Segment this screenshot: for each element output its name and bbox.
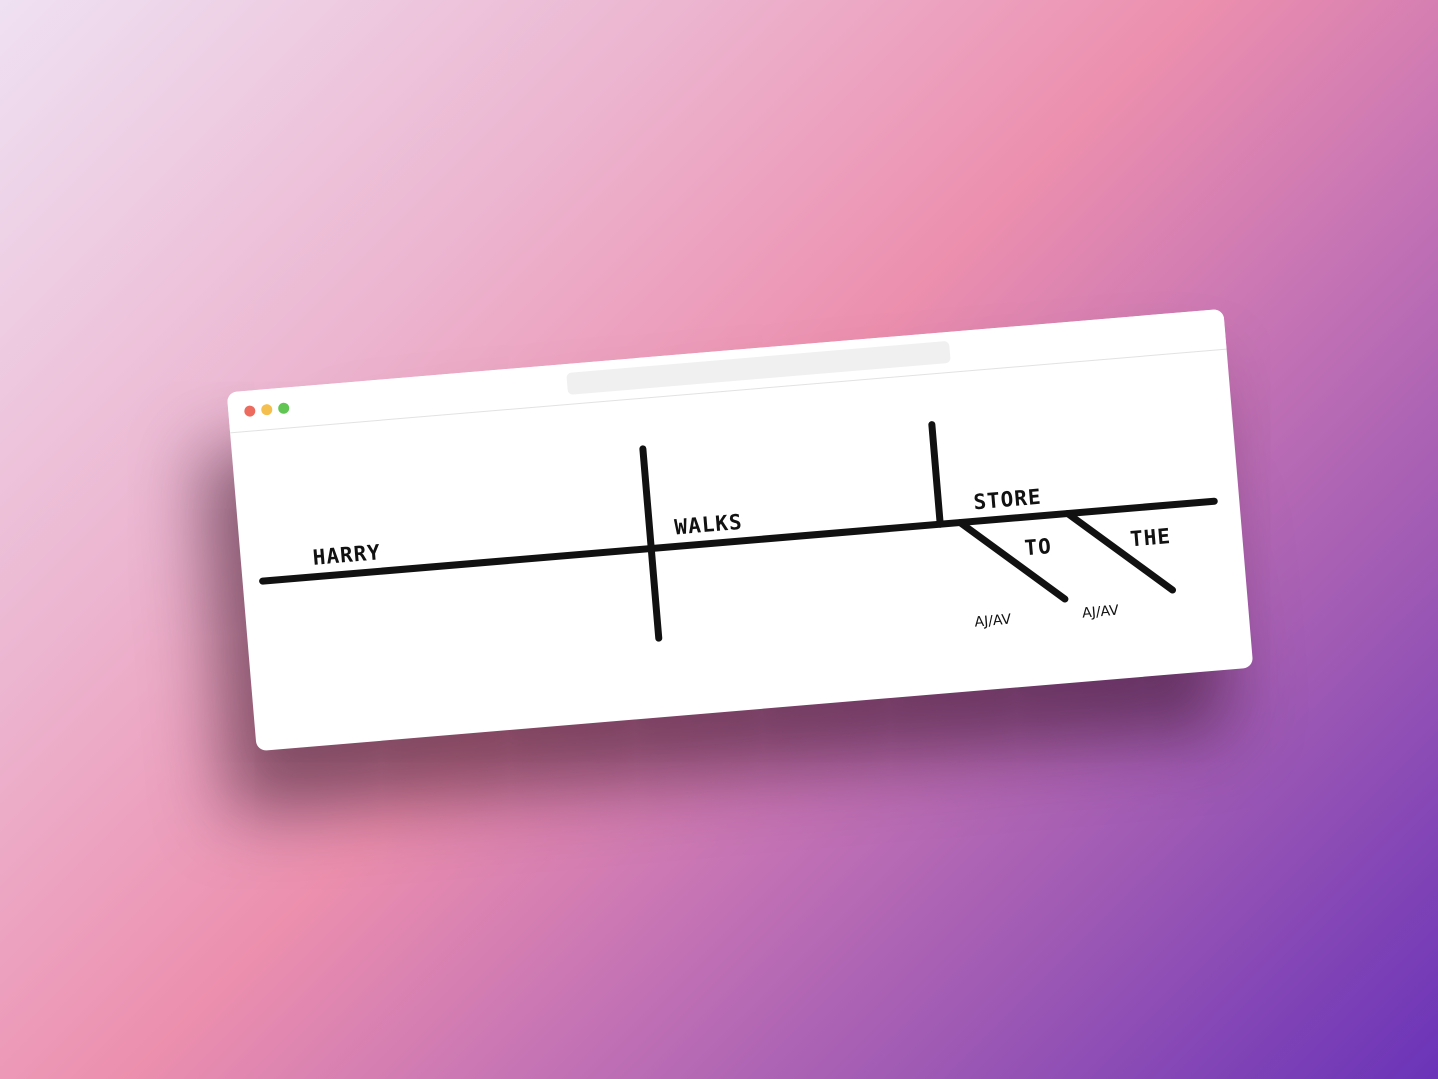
- modifier-word-the: THE: [1129, 524, 1172, 551]
- minimize-window-button[interactable]: [260, 403, 273, 416]
- subject-verb-divider: [639, 445, 663, 642]
- modifier-line-to: [956, 519, 1069, 603]
- close-window-button[interactable]: [243, 405, 256, 418]
- browser-window: HARRY WALKS STORE TO THE AJ/AV AJ/AV: [226, 308, 1254, 752]
- verb-word: WALKS: [674, 510, 744, 540]
- object-word: STORE: [973, 485, 1043, 515]
- modifier-word-to: TO: [1024, 534, 1053, 560]
- subject-word: HARRY: [312, 540, 382, 570]
- modifier-line-the: [1064, 510, 1177, 594]
- modifier-tag-1: AJ/AV: [974, 612, 1012, 631]
- maximize-window-button[interactable]: [277, 402, 290, 415]
- modifier-tag-2: AJ/AV: [1082, 603, 1120, 622]
- verb-object-divider: [928, 421, 944, 528]
- presentation-stage: HARRY WALKS STORE TO THE AJ/AV AJ/AV: [0, 0, 1438, 1079]
